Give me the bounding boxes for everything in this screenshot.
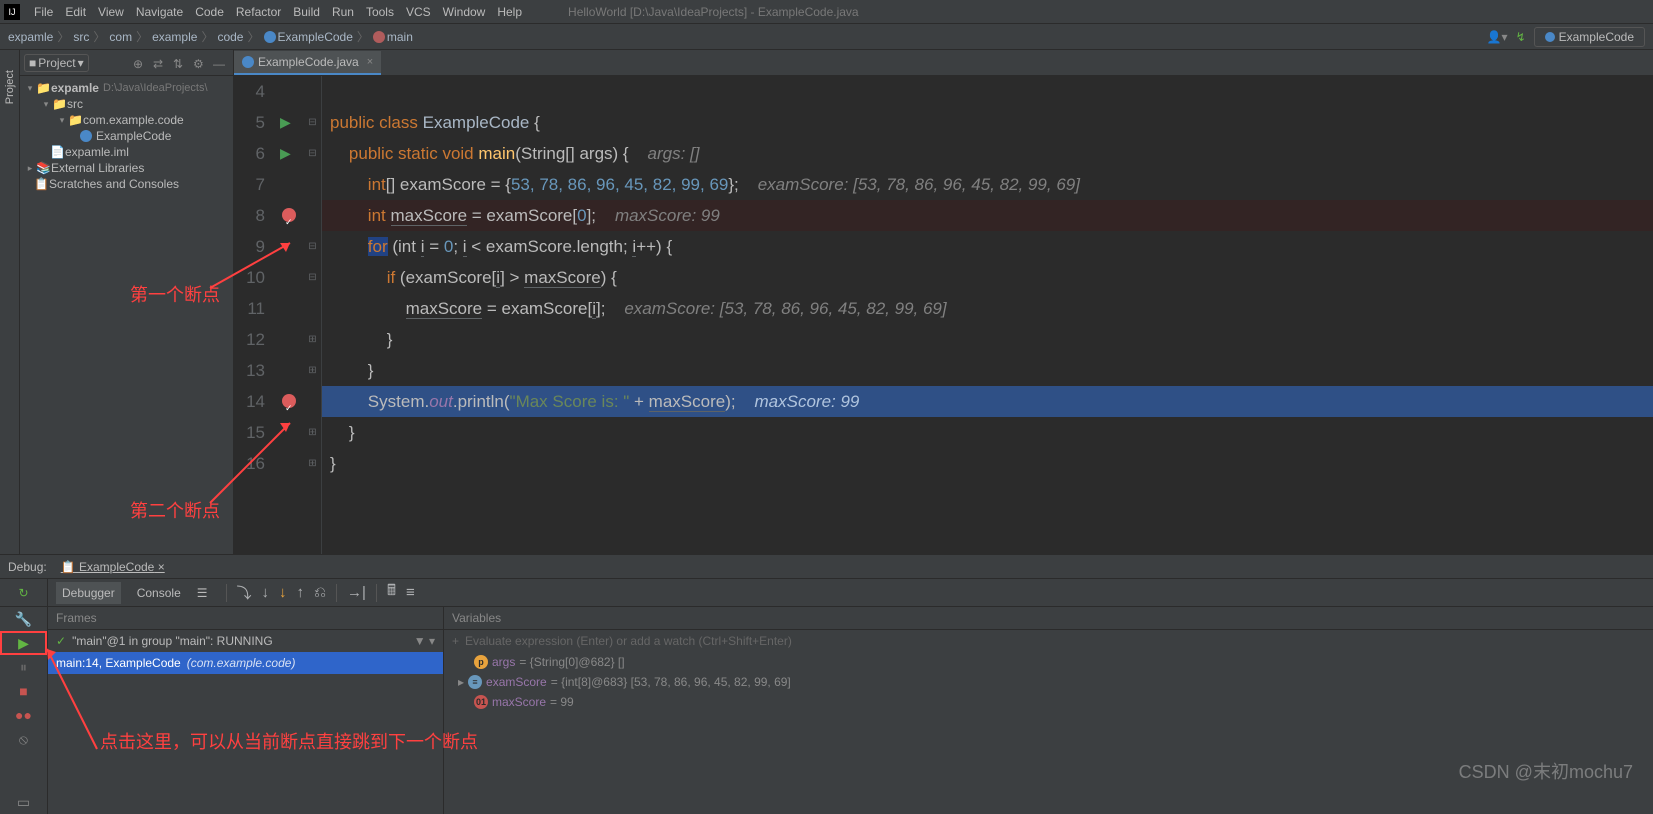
stop-icon[interactable]: ■ — [0, 679, 47, 703]
debug-label: Debug: — [8, 560, 47, 574]
step-over-icon[interactable]: ⤵ — [237, 582, 252, 603]
menu-code[interactable]: Code — [189, 5, 230, 19]
app-logo-icon: IJ — [4, 4, 20, 20]
layout-icon[interactable]: ▭ — [0, 790, 47, 814]
tree-src[interactable]: ▾📁 src — [20, 96, 233, 112]
crumb-code[interactable]: code — [217, 30, 243, 44]
crumb-class[interactable]: ExampleCode — [264, 30, 353, 44]
run-gutter-icon[interactable]: ▶ — [280, 107, 291, 138]
trace-icon[interactable]: ≡ — [406, 584, 415, 601]
project-view-selector[interactable]: ■ Project ▾ — [24, 54, 89, 72]
menu-refactor[interactable]: Refactor — [230, 5, 287, 19]
force-step-into-icon[interactable]: ↓ — [279, 584, 287, 601]
collapse-icon[interactable]: ⇅ — [173, 57, 189, 69]
mute-breakpoints-icon[interactable]: ⦸ — [0, 727, 47, 751]
navigation-bar: expamle〉 src〉 com〉 example〉 code〉 Exampl… — [0, 24, 1653, 50]
debug-panel: Debug: 📋 ExampleCode × ↻ Debugger Consol… — [0, 554, 1653, 814]
evaluate-icon[interactable]: 🖩 — [387, 580, 396, 605]
resume-program-button[interactable]: ▶ — [0, 631, 47, 655]
user-icon[interactable]: 👤▾ — [1487, 30, 1508, 44]
step-into-icon[interactable]: ↓ — [262, 584, 270, 601]
menu-bar: IJ File Edit View Navigate Code Refactor… — [0, 0, 1653, 24]
step-out-icon[interactable]: ↑ — [297, 584, 305, 601]
variable-maxscore[interactable]: 01 maxScore = 99 — [444, 692, 1653, 712]
tree-external-libs[interactable]: ▸📚 External Libraries — [20, 160, 233, 176]
run-to-cursor-icon[interactable]: →| — [347, 584, 366, 601]
add-watch-icon[interactable]: + — [452, 634, 459, 648]
menu-run[interactable]: Run — [326, 5, 360, 19]
editor-tab-examplecode[interactable]: ExampleCode.java × — [234, 51, 381, 75]
modify-run-icon[interactable]: 🔧 — [0, 607, 47, 631]
rerun-icon[interactable]: ↻ — [18, 586, 28, 600]
debug-side-toolbar: 🔧 ▶ ⏸ ■ ●● ⦸ ▭ — [0, 607, 48, 814]
stack-frame[interactable]: main:14, ExampleCode (com.example.code) — [48, 652, 443, 674]
crumb-method[interactable]: main — [373, 30, 413, 44]
expand-icon[interactable]: ⇄ — [153, 57, 169, 69]
variable-args[interactable]: p args = {String[0]@682} [] — [444, 652, 1653, 672]
frames-title: Frames — [48, 607, 443, 630]
fold-gutter[interactable]: ⊟⊟ ⊟⊟⊞⊞ ⊞⊞ — [304, 76, 322, 554]
project-toolwindow-tab[interactable]: Project — [0, 50, 20, 554]
close-tab-icon[interactable]: × — [367, 56, 373, 68]
menu-vcs[interactable]: VCS — [400, 5, 437, 19]
menu-navigate[interactable]: Navigate — [130, 5, 189, 19]
hide-icon[interactable]: — — [213, 57, 229, 69]
window-title: HelloWorld [D:\Java\IdeaProjects] - Exam… — [568, 5, 859, 19]
project-panel: ■ Project ▾ ⊕ ⇄ ⇅ ⚙ — ▾📁 expamleD:\Java\… — [20, 50, 234, 554]
watermark: CSDN @末初mochu7 — [1459, 758, 1633, 784]
editor-tabs: ExampleCode.java × — [234, 50, 1653, 76]
breakpoint-gutter[interactable]: ▶ ▶ — [274, 76, 304, 554]
code-editor[interactable]: 45678910111213141516 ▶ ▶ ⊟⊟ ⊟⊟⊞⊞ ⊞⊞ publ… — [234, 76, 1653, 554]
menu-file[interactable]: File — [28, 5, 59, 19]
frames-panel: Frames ✓ "main"@1 in group "main": RUNNI… — [48, 607, 444, 814]
tree-iml[interactable]: 📄 expamle.iml — [20, 144, 233, 160]
threads-icon[interactable]: ☰ — [197, 586, 208, 600]
drop-frame-icon[interactable]: ⎌ — [314, 584, 326, 601]
build-icon[interactable]: ↯ — [1516, 30, 1526, 44]
evaluate-input[interactable]: Evaluate expression (Enter) or add a wat… — [465, 634, 792, 648]
breakpoint-icon[interactable] — [282, 208, 296, 222]
run-config-selector[interactable]: ExampleCode — [1534, 27, 1645, 47]
tree-class[interactable]: ExampleCode — [20, 128, 233, 144]
thread-selector[interactable]: ✓ "main"@1 in group "main": RUNNING ▼ ▾ — [48, 630, 443, 652]
tree-root[interactable]: ▾📁 expamleD:\Java\IdeaProjects\ — [20, 80, 233, 96]
menu-window[interactable]: Window — [437, 5, 492, 19]
project-tree: ▾📁 expamleD:\Java\IdeaProjects\ ▾📁 src ▾… — [20, 76, 233, 196]
tree-scratches[interactable]: 📋 Scratches and Consoles — [20, 176, 233, 192]
pause-icon[interactable]: ⏸ — [0, 655, 47, 679]
menu-tools[interactable]: Tools — [360, 5, 400, 19]
crumb-src[interactable]: src — [73, 30, 89, 44]
settings-icon[interactable]: ⚙ — [193, 57, 209, 69]
console-tab[interactable]: Console — [131, 582, 187, 604]
breakpoint-icon[interactable] — [282, 394, 296, 408]
view-breakpoints-icon[interactable]: ●● — [0, 703, 47, 727]
run-gutter-icon[interactable]: ▶ — [280, 138, 291, 169]
breadcrumbs: expamle〉 src〉 com〉 example〉 code〉 Exampl… — [8, 28, 413, 45]
menu-view[interactable]: View — [92, 5, 130, 19]
line-number-gutter: 45678910111213141516 — [234, 76, 274, 554]
tree-package[interactable]: ▾📁 com.example.code — [20, 112, 233, 128]
crumb-com[interactable]: com — [109, 30, 132, 44]
variable-examscore[interactable]: ▸ ≡ examScore = {int[8]@683} [53, 78, 86… — [444, 672, 1653, 692]
variables-title: Variables — [444, 607, 1653, 630]
locate-icon[interactable]: ⊕ — [133, 57, 149, 69]
editor-area: ExampleCode.java × 45678910111213141516 … — [234, 50, 1653, 554]
debugger-tab[interactable]: Debugger — [56, 582, 121, 604]
menu-edit[interactable]: Edit — [59, 5, 92, 19]
crumb-example[interactable]: example — [152, 30, 197, 44]
debug-config-tab[interactable]: 📋 ExampleCode × — [55, 558, 171, 576]
crumb-project[interactable]: expamle — [8, 30, 53, 44]
menu-build[interactable]: Build — [287, 5, 326, 19]
menu-help[interactable]: Help — [491, 5, 528, 19]
